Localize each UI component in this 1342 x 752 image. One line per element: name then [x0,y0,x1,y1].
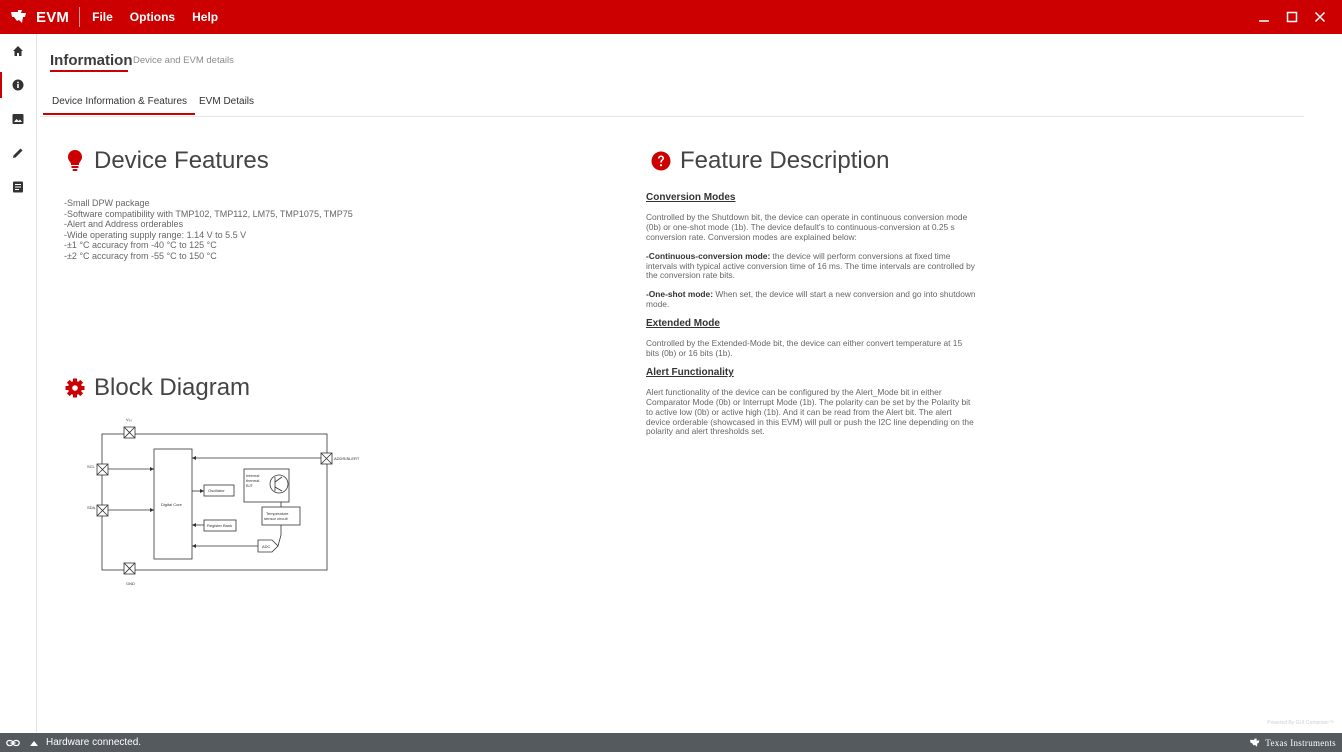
diagram-label-digital-core: Digital Core [161,502,183,507]
diagram-label-adc: ADC [262,544,271,549]
menu-file[interactable]: File [92,10,113,24]
block-diagram-title: Block Diagram [94,374,251,401]
diagram-label-temp-2: sensor circuit [264,516,288,521]
nav-home[interactable] [0,34,36,68]
alert-functionality-title: Alert Functionality [646,366,734,378]
question-circle-icon [650,148,672,174]
feature-description: Conversion Modes Controlled by the Shutd… [646,193,976,446]
block-diagram-heading: Block Diagram [64,374,250,402]
minimize-button[interactable] [1250,0,1278,34]
home-icon [13,46,23,56]
powered-by-label: Powered By GUI Composer™ [1267,720,1334,726]
continuous-mode-label: -Continuous-conversion mode: [646,250,771,261]
feature-item: -±2 °C accuracy from -55 °C to 150 °C [64,250,217,261]
feature-description-title: Feature Description [680,147,890,174]
lightbulb-icon [64,148,86,174]
tab-evm-details[interactable]: EVM Details [197,96,256,107]
feature-item: -Alert and Address orderables [64,219,184,229]
nav-edit[interactable] [0,136,36,170]
image-icon [12,114,24,124]
left-nav [0,34,37,732]
pencil-icon [13,148,23,158]
extended-mode-title: Extended Mode [646,318,720,330]
tab-device-information[interactable]: Device Information & Features [42,96,196,115]
status-bar: Hardware connected. Texas Instruments [0,733,1342,752]
nav-document[interactable] [0,170,36,204]
info-icon [12,79,24,91]
conversion-modes-title: Conversion Modes [646,192,736,203]
ti-brand-logo-icon [1250,738,1260,747]
window-controls [1250,0,1334,34]
nav-image[interactable] [0,102,36,136]
diagram-label-oscillator: Oscillator [208,488,225,493]
menu-options[interactable]: Options [130,10,175,24]
ti-brand: Texas Instruments [1249,733,1336,752]
diagram-label-vdd: V₀₀ [126,417,132,422]
caret-up-icon[interactable] [30,740,38,746]
ti-brand-name: Texas Instruments [1265,737,1336,748]
diagram-label-register-bank: Register Bank [207,523,232,528]
feature-list: -Small DPW package -Software compatibili… [64,198,353,261]
close-button[interactable] [1306,0,1334,34]
gear-icon [64,375,86,401]
oneshot-mode-paragraph: -One-shot mode: When set, the device wil… [646,289,976,310]
menu-help[interactable]: Help [192,10,218,24]
diagram-label-gnd: GND [126,581,135,586]
title-bar: EVM File Options Help [0,0,1342,34]
conversion-modes-intro: Controlled by the Shutdown bit, the devi… [646,211,968,242]
diagram-label-scl: SCL [87,464,96,469]
feature-item: -Wide operating supply range: 1.14 V to … [64,229,247,240]
continuous-mode-paragraph: -Continuous-conversion mode: the device … [646,250,976,282]
feature-item: -Software compatibility with TMP102, TMP… [64,208,353,219]
diagram-label-bjt-3: BJT [246,483,254,488]
tab-bar: Device Information & Features EVM Detail… [40,92,1304,117]
alert-functionality-text: Alert functionality of the device can be… [646,386,974,437]
feature-item: -Small DPW package [64,198,150,208]
page-subtitle: Device and EVM details [133,55,234,66]
nav-information[interactable] [0,68,36,102]
feature-item: -±1 °C accuracy from -40 °C to 125 °C [64,240,217,250]
feature-description-heading: Feature Description [650,147,889,175]
diagram-label-addr: ADDR/ĀLERT [334,456,360,461]
link-icon[interactable] [6,738,20,748]
page-title-underline [50,70,128,72]
extended-mode-text: Controlled by the Extended-Mode bit, the… [646,338,963,358]
ti-logo-icon [4,0,34,34]
page-title: Information [50,52,133,69]
title-separator [79,7,81,27]
maximize-button[interactable] [1278,0,1306,34]
block-diagram: V₀₀ SCL SDA GND ADDR/ĀLERT Digital Core … [87,417,360,586]
device-features-title: Device Features [94,147,269,174]
device-features-heading: Device Features [64,147,269,175]
document-icon [13,181,23,193]
diagram-label-sda: SDA [87,505,96,510]
oneshot-mode-label: -One-shot mode: [646,289,713,300]
app-name: EVM [36,8,70,26]
hardware-status: Hardware connected. [46,737,142,748]
